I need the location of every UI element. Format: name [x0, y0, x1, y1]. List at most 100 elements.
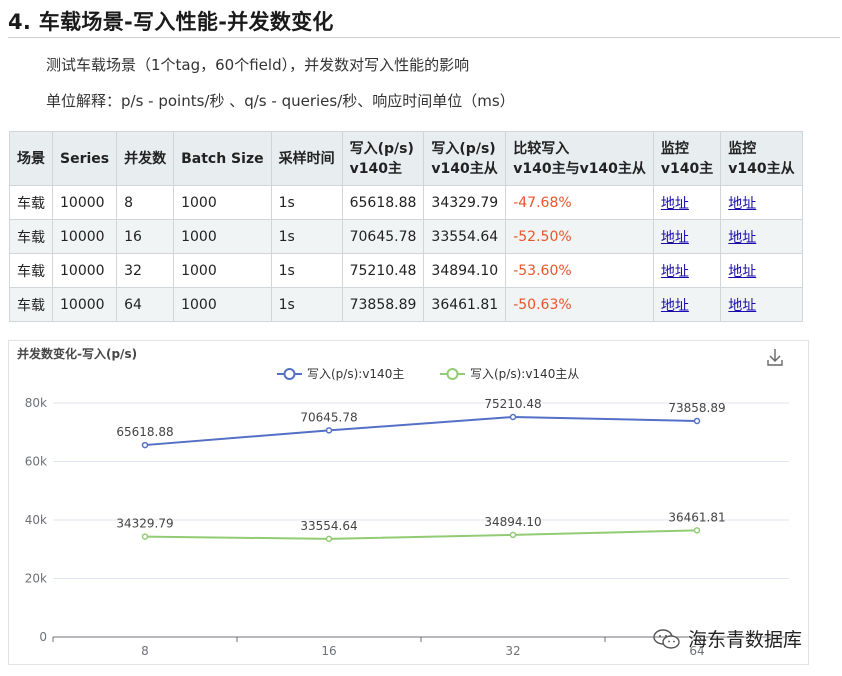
header-compare: 比较写入 v140主与v140主从 [505, 131, 654, 186]
x-tick-label: 8 [141, 644, 149, 658]
monitor-master-slave-link[interactable]: 地址 [728, 230, 756, 246]
cell-sample-time: 1s [270, 253, 343, 288]
table-header-row: 场景 Series 并发数 Batch Size 采样时间 写入(p/s) v14… [9, 131, 803, 186]
monitor-master-link[interactable]: 地址 [661, 230, 689, 246]
section-title: 4. 车载场景-写入性能-并发数变化 [8, 10, 334, 34]
cell-compare: -50.63% [505, 287, 654, 322]
y-tick-label: 40k [25, 513, 47, 527]
series-line [144, 416, 698, 447]
data-point [509, 531, 517, 539]
header-series: Series [51, 131, 118, 186]
header-write-master-slave: 写入(p/s) v140主从 [423, 131, 507, 186]
page: 4. 车载场景-写入性能-并发数变化 测试车载场景（1个tag，60个field… [0, 0, 842, 676]
monitor-master-slave-link[interactable]: 地址 [728, 298, 756, 314]
x-tick-label: 16 [321, 644, 336, 658]
units-explanation: 单位解释：p/s - points/秒 、q/s - queries/秒、响应时… [46, 92, 515, 110]
data-label: 33554.64 [300, 519, 357, 533]
y-tick-label: 0 [39, 630, 47, 644]
watermark: 海东青数据库 [652, 625, 802, 652]
cell-sample-time: 1s [270, 219, 343, 254]
monitor-master-slave-link[interactable]: 地址 [728, 264, 756, 280]
cell-write-master: 75210.48 [341, 253, 425, 288]
cell-monitor-master-slave: 地址 [720, 253, 803, 288]
y-tick-label: 60k [25, 455, 47, 469]
watermark-text: 海东青数据库 [688, 629, 803, 651]
chart-title: 并发数变化-写入(p/s) [17, 346, 137, 361]
cell-batch-size: 1000 [173, 287, 272, 322]
cell-monitor-master-slave: 地址 [720, 287, 803, 322]
legend-label: 写入(p/s):v140主 [307, 367, 404, 381]
data-point [141, 533, 149, 540]
line-chart: 并发数变化-写入(p/s)020k40k60k80k8 16 32 64写入(p/s)… [17, 346, 790, 658]
data-label: 34329.79 [116, 517, 173, 531]
cell-monitor-master: 地址 [652, 185, 722, 220]
table-row: 车载 10000 16 1000 1s 70645.78 33554.64 -5… [9, 219, 803, 254]
cell-compare: -47.68% [505, 185, 654, 220]
legend-marker [283, 368, 296, 380]
cell-monitor-master: 地址 [652, 253, 722, 288]
header-monitor-master-slave: 监控 v140主从 [720, 131, 803, 186]
y-tick-label: 20k [25, 572, 47, 586]
data-label: 70645.78 [300, 410, 357, 424]
download-icon[interactable] [767, 349, 783, 366]
cell-scene: 车载 [9, 253, 53, 288]
cell-compare: -53.60% [505, 253, 654, 288]
monitor-master-link[interactable]: 地址 [661, 298, 689, 314]
cell-write-master: 70645.78 [341, 219, 425, 254]
header-sample-time: 采样时间 [270, 131, 343, 186]
cell-batch-size: 1000 [173, 219, 272, 254]
cell-scene: 车载 [9, 287, 53, 322]
data-point [509, 413, 517, 421]
line-chart-panel: 并发数变化-写入(p/s) 0 20k 40k 60k 80k 8 16 32 64 写入(p/s)… [8, 340, 809, 665]
cell-scene: 车载 [9, 185, 53, 220]
wechat-icon [653, 628, 680, 649]
table-row: 车载 10000 8 1000 1s 65618.88 34329.79 -47… [9, 185, 803, 220]
header-concurrency: 并发数 [116, 131, 175, 186]
cell-series: 10000 [51, 219, 118, 254]
data-label: 36461.81 [668, 510, 725, 524]
header-write-master: 写入(p/s) v140主 [341, 131, 425, 186]
header-scene: 场景 [9, 131, 53, 186]
data-label: 73858.89 [668, 401, 725, 415]
data-point [693, 527, 701, 534]
cell-compare: -52.50% [505, 219, 654, 254]
header-monitor-master: 监控 v140主 [652, 131, 722, 186]
data-point [693, 417, 701, 425]
cell-monitor-master: 地址 [652, 287, 722, 322]
cell-batch-size: 1000 [173, 185, 272, 220]
cell-series: 10000 [51, 253, 118, 288]
cell-sample-time: 1s [270, 185, 343, 220]
cell-sample-time: 1s [270, 287, 343, 322]
header-batch-size: Batch Size [173, 131, 272, 186]
table-row: 车载 10000 32 1000 1s 75210.48 34894.10 -5… [9, 253, 803, 288]
monitor-master-link[interactable]: 地址 [661, 196, 689, 212]
data-label: 34894.10 [484, 515, 541, 529]
data-label: 65618.88 [116, 425, 173, 439]
cell-write-master: 65618.88 [341, 185, 425, 220]
legend-marker [446, 368, 459, 380]
cell-write-master: 73858.89 [341, 287, 425, 322]
cell-concurrency: 8 [116, 185, 175, 220]
cell-monitor-master-slave: 地址 [720, 185, 803, 220]
cell-write-master-slave: 34894.10 [423, 253, 507, 288]
cell-write-master-slave: 36461.81 [423, 287, 507, 322]
cell-monitor-master: 地址 [652, 219, 722, 254]
cell-series: 10000 [51, 287, 118, 322]
title-divider [8, 37, 840, 38]
series-line [144, 529, 698, 540]
data-point [325, 427, 333, 434]
monitor-master-slave-link[interactable]: 地址 [728, 196, 756, 212]
legend-label: 写入(p/s):v140主从 [470, 367, 579, 381]
cell-concurrency: 32 [116, 253, 175, 288]
data-point [325, 535, 333, 543]
cell-batch-size: 1000 [173, 253, 272, 288]
cell-monitor-master-slave: 地址 [720, 219, 803, 254]
benchmark-table: 场景 Series 并发数 Batch Size 采样时间 写入(p/s) v14… [9, 131, 803, 322]
monitor-master-link[interactable]: 地址 [661, 264, 689, 280]
cell-concurrency: 64 [116, 287, 175, 322]
table-row: 车载 10000 64 1000 1s 73858.89 36461.81 -5… [9, 287, 803, 322]
x-tick-label: 32 [505, 644, 520, 658]
cell-series: 10000 [51, 185, 118, 220]
data-point [141, 441, 149, 449]
y-tick-label: 80k [25, 396, 47, 410]
